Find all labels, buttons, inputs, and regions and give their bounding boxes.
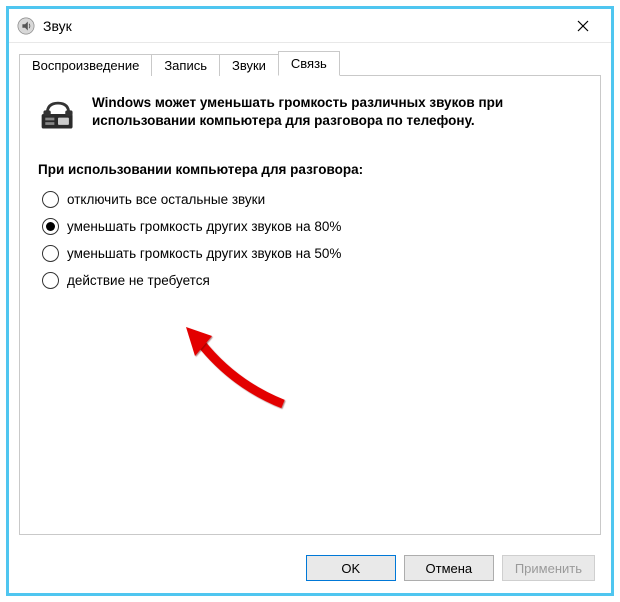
radio-label: уменьшать громкость других звуков на 80% (67, 219, 341, 234)
radio-icon (42, 272, 59, 289)
button-label: Отмена (426, 561, 473, 576)
radio-label: отключить все остальные звуки (67, 192, 265, 207)
cancel-button[interactable]: Отмена (404, 555, 494, 581)
radio-reduce-80[interactable]: уменьшать громкость других звуков на 80% (42, 218, 582, 235)
sound-dialog: Звук Воспроизведение Запись Звуки Связь (9, 9, 611, 593)
tab-recording[interactable]: Запись (151, 54, 220, 76)
tab-label: Воспроизведение (32, 58, 139, 73)
tab-playback[interactable]: Воспроизведение (19, 54, 152, 76)
intro-block: Windows может уменьшать громкость различ… (38, 94, 582, 134)
tabstrip: Воспроизведение Запись Звуки Связь (19, 49, 601, 75)
radio-label: действие не требуется (67, 273, 210, 288)
close-button[interactable] (561, 11, 605, 41)
radio-group: отключить все остальные звуки уменьшать … (38, 191, 582, 289)
window-title: Звук (43, 18, 561, 34)
tab-label: Запись (164, 58, 207, 73)
radio-icon (42, 245, 59, 262)
radio-icon (42, 218, 59, 235)
radio-do-nothing[interactable]: действие не требуется (42, 272, 582, 289)
intro-text: Windows может уменьшать громкость различ… (92, 94, 582, 130)
dialog-content: Воспроизведение Запись Звуки Связь (9, 43, 611, 543)
dialog-buttons: OK Отмена Применить (306, 555, 595, 581)
radio-mute-all[interactable]: отключить все остальные звуки (42, 191, 582, 208)
radio-icon (42, 191, 59, 208)
radio-group-label: При использовании компьютера для разгово… (38, 162, 582, 177)
radio-label: уменьшать громкость других звуков на 50% (67, 246, 341, 261)
speaker-icon (17, 17, 35, 35)
tabpanel-communications: Windows может уменьшать громкость различ… (19, 75, 601, 535)
tab-communications[interactable]: Связь (278, 51, 340, 76)
tab-label: Связь (291, 56, 327, 71)
tab-sounds[interactable]: Звуки (219, 54, 279, 76)
phone-icon (38, 94, 78, 134)
button-label: OK (341, 561, 360, 576)
arrow-annotation (178, 324, 298, 417)
apply-button: Применить (502, 555, 595, 581)
ok-button[interactable]: OK (306, 555, 396, 581)
tab-label: Звуки (232, 58, 266, 73)
titlebar: Звук (9, 9, 611, 43)
radio-reduce-50[interactable]: уменьшать громкость других звуков на 50% (42, 245, 582, 262)
button-label: Применить (515, 561, 582, 576)
